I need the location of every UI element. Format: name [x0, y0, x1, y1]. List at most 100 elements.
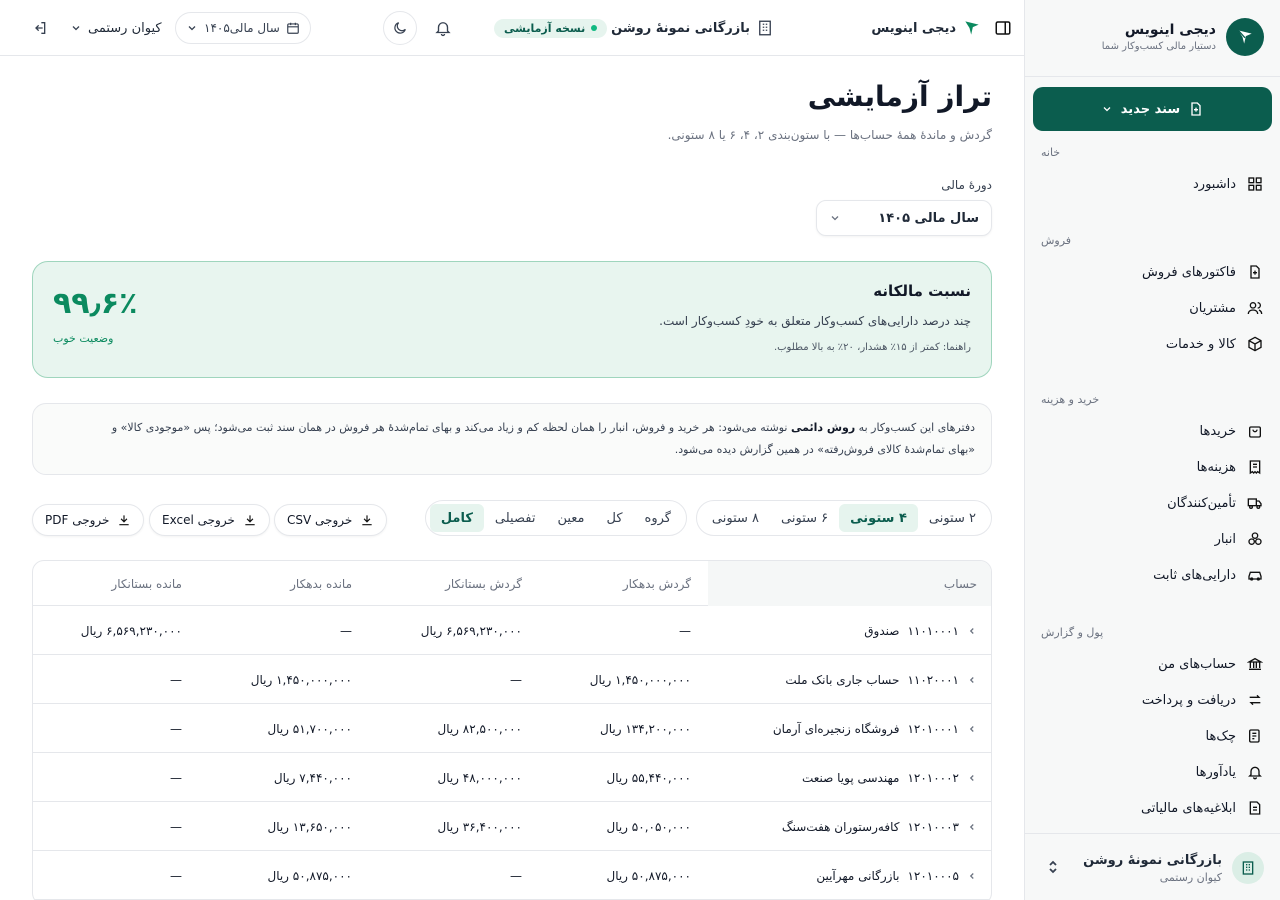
nav-section-home: خانه داشبورد	[1041, 146, 1264, 202]
column-mode-4[interactable]: ۴ ستونی	[839, 504, 918, 532]
ratio-value: ۹۹٫۶٪	[53, 286, 138, 321]
account-name: حساب جاری بانک ملت	[785, 672, 900, 687]
export-csv-button[interactable]: خروجی CSV	[274, 504, 388, 536]
account-code: ۱۲۰۱۰۰۰۲	[907, 770, 959, 785]
credit-balance-cell: ۶,۵۶۹,۲۳۰,۰۰۰ ریال	[80, 623, 182, 638]
app-logo-icon	[962, 18, 982, 38]
sidebar-item-expenses[interactable]: هزینه‌ها	[1041, 449, 1264, 485]
level-detail[interactable]: تفصیلی	[484, 504, 547, 532]
new-document-label: سند جدید	[1120, 101, 1181, 117]
chevron-left-icon[interactable]	[967, 724, 977, 734]
credit-balance-cell: —	[170, 721, 182, 736]
column-mode-6[interactable]: ۶ ستونی	[770, 504, 839, 532]
receipt-icon	[1246, 458, 1264, 476]
table-row[interactable]: ۱۱۰۱۰۰۰۱ صندوق — ۶,۵۶۹,۲۳۰,۰۰۰ ریال — ۶,۵۶۹,۲…	[33, 606, 991, 655]
topbar-app[interactable]: دیجی اینویس	[871, 0, 982, 56]
table-row[interactable]: ۱۲۰۱۰۰۰۵ بازرگانی مهرآیین ۵۰,۸۷۵,۰۰۰ ریال —…	[33, 851, 991, 900]
sidebar-item-sales-invoices[interactable]: فاکتورهای فروش	[1041, 254, 1264, 290]
chevron-left-icon[interactable]	[967, 871, 977, 881]
sidebar-item-customers[interactable]: مشتریان	[1041, 290, 1264, 326]
sidebar-item-suppliers[interactable]: تأمین‌کنندگان	[1041, 485, 1264, 521]
debit-turnover-cell: ۵۰,۸۷۵,۰۰۰ ریال	[606, 868, 691, 883]
theme-toggle-button[interactable]	[383, 11, 417, 45]
table-row[interactable]: ۱۲۰۱۰۰۰۳ کافه‌رستوران هفت‌سنگ ۵۰,۰۵۰,۰۰۰ ر…	[33, 802, 991, 851]
account-cell[interactable]: ۱۲۰۱۰۰۰۳ کافه‌رستوران هفت‌سنگ	[782, 802, 977, 851]
chevron-left-icon[interactable]	[967, 626, 977, 636]
sidebar-item-purchases[interactable]: خریدها	[1041, 413, 1264, 449]
brand[interactable]: دیجی اینویس دستیار مالی کسب‌وکار شما	[1102, 18, 1264, 56]
sidebar-item-products[interactable]: کالا و خدمات	[1041, 326, 1264, 362]
topbar: دیجی اینویس بازرگانی نمونهٔ روشن نسخه آز…	[0, 0, 1024, 56]
topbar-company[interactable]: بازرگانی نمونهٔ روشن	[611, 0, 774, 56]
trial-badge-label: نسخه آزمایشی	[504, 21, 586, 35]
sidebar-item-fixed-assets[interactable]: دارایی‌های ثابت	[1041, 557, 1264, 593]
status-dot	[591, 25, 598, 31]
nav-section-purchases: خرید و هزینه خریدها هزینه‌ها تأمین‌کنندگ…	[1041, 393, 1264, 593]
table-row[interactable]: ۱۲۰۱۰۰۰۱ فروشگاه زنجیره‌ای آرمان ۱۳۴,۲۰۰,۰…	[33, 704, 991, 753]
sidebar-item-cheques[interactable]: چک‌ها	[1041, 718, 1264, 754]
arrows-icon	[1246, 691, 1264, 709]
nav-section-title: خرید و هزینه	[1041, 393, 1100, 406]
account-name: کافه‌رستوران هفت‌سنگ	[781, 819, 900, 834]
level-full[interactable]: کامل	[429, 504, 484, 532]
notifications[interactable]	[434, 0, 452, 56]
export-csv-label: خروجی CSV	[287, 513, 353, 527]
chevron-down-icon	[829, 212, 841, 224]
sidebar-item-tax-notices[interactable]: ابلاغیه‌های مالیاتی	[1041, 790, 1264, 826]
app-name: دیجی اینویس	[871, 20, 956, 36]
brand-logo-icon	[1226, 18, 1264, 56]
debit-turnover-cell: —	[679, 623, 691, 638]
account-cell[interactable]: ۱۱۰۲۰۰۰۱ حساب جاری بانک ملت	[785, 655, 977, 704]
column-mode-8[interactable]: ۸ ستونی	[701, 504, 770, 532]
column-mode-2[interactable]: ۲ ستونی	[918, 504, 987, 532]
building-icon	[1232, 852, 1264, 884]
theme-toggle-wrap	[383, 0, 417, 56]
invoice-icon	[1246, 263, 1264, 281]
account-code: ۱۱۰۲۰۰۰۱	[907, 672, 959, 687]
cheque-icon	[1246, 727, 1264, 745]
credit-turnover-cell: —	[510, 672, 522, 687]
debit-turnover-cell: ۵۰,۰۵۰,۰۰۰ ریال	[606, 819, 691, 834]
sidebar-item-label: چک‌ها	[1205, 728, 1237, 744]
year-selector[interactable]: سال مالی۱۴۰۵	[175, 12, 311, 44]
nav-section-sales: فروش فاکتورهای فروش مشتریان کالا و خدمات	[1041, 234, 1264, 362]
table-row[interactable]: ۱۲۰۱۰۰۰۲ مهندسی پویا صنعت ۵۵,۴۴۰,۰۰۰ ریال ۴…	[33, 753, 991, 802]
calendar-icon	[286, 21, 300, 35]
bell-icon[interactable]	[434, 19, 452, 37]
user-menu[interactable]: کیوان رستمی	[70, 0, 162, 56]
sidebar-item-reminders[interactable]: یادآورها	[1041, 754, 1264, 790]
sidebar-toggle-icon[interactable]	[994, 19, 1012, 37]
chevron-down-icon	[70, 22, 82, 34]
new-document-button[interactable]: سند جدید	[1033, 87, 1272, 131]
sidebar-item-warehouse[interactable]: انبار	[1041, 521, 1264, 557]
chevron-left-icon[interactable]	[967, 675, 977, 685]
chevron-up-down-icon[interactable]	[1047, 859, 1059, 875]
export-excel-label: خروجی Excel	[162, 513, 235, 527]
account-cell[interactable]: ۱۱۰۱۰۰۰۱ صندوق	[864, 606, 977, 655]
sidebar-item-dashboard[interactable]: داشبورد	[1041, 166, 1264, 202]
org-switcher[interactable]: بازرگانی نمونهٔ روشن کیوان رستمی	[1025, 833, 1280, 900]
sidebar-item-transfers[interactable]: دریافت و پرداخت	[1041, 682, 1264, 718]
export-pdf-button[interactable]: خروجی PDF	[32, 504, 145, 536]
logout-wrap	[32, 0, 48, 56]
logout-icon[interactable]	[32, 20, 48, 36]
chevron-down-icon	[186, 22, 198, 34]
sidebar-item-my-accounts[interactable]: حساب‌های من	[1041, 646, 1264, 682]
debit-turnover-cell: ۱۳۴,۲۰۰,۰۰۰ ریال	[600, 721, 691, 736]
table-row[interactable]: ۱۱۰۲۰۰۰۱ حساب جاری بانک ملت ۱,۴۵۰,۰۰۰,۰۰۰ …	[33, 655, 991, 704]
level-group[interactable]: گروه	[634, 504, 682, 532]
period-select[interactable]: سال مالی ۱۴۰۵	[816, 200, 992, 236]
level-total[interactable]: کل	[596, 504, 634, 532]
export-excel-button[interactable]: خروجی Excel	[149, 504, 270, 536]
chevron-left-icon[interactable]	[967, 822, 977, 832]
page-title: تراز آزمایشی	[807, 80, 992, 113]
chevron-left-icon[interactable]	[967, 773, 977, 783]
account-cell[interactable]: ۱۲۰۱۰۰۰۱ فروشگاه زنجیره‌ای آرمان	[773, 704, 977, 753]
download-icon	[360, 513, 374, 527]
account-cell[interactable]: ۱۲۰۱۰۰۰۵ بازرگانی مهرآیین	[816, 851, 977, 900]
account-cell[interactable]: ۱۲۰۱۰۰۰۲ مهندسی پویا صنعت	[802, 753, 977, 802]
sidebar-item-label: داشبورد	[1193, 176, 1236, 192]
credit-turnover-cell: ۴۸,۰۰۰,۰۰۰ ریال	[437, 770, 522, 785]
boxes-icon	[1246, 530, 1264, 548]
level-moein[interactable]: معین	[546, 504, 595, 532]
